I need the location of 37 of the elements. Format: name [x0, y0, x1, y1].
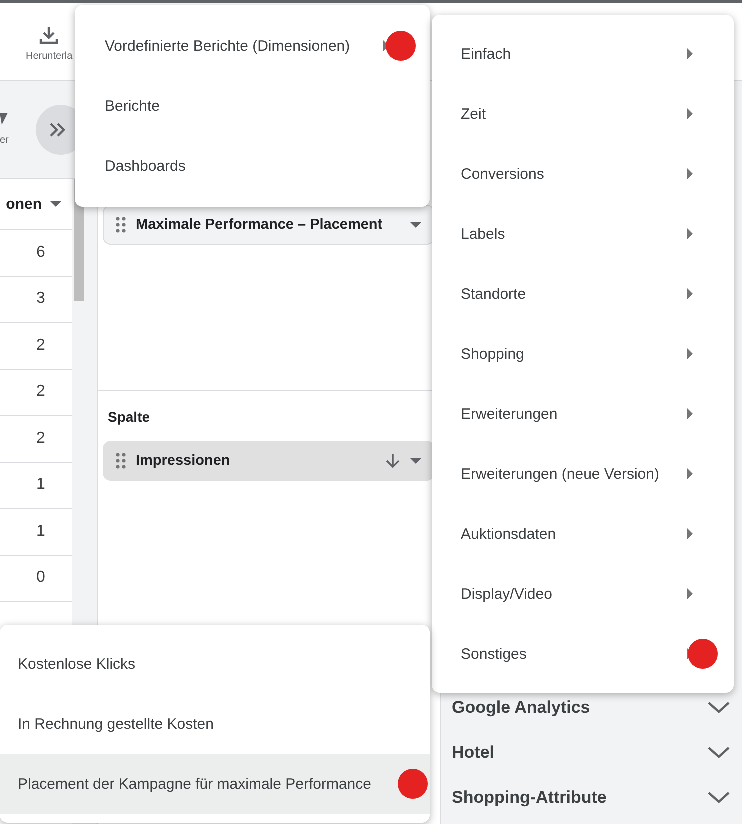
section-title: Spalte	[108, 409, 152, 425]
menu-item[interactable]: Berichte	[75, 76, 430, 136]
menu-item[interactable]: Auktionsdaten	[432, 504, 734, 564]
menu-item[interactable]: Shopping	[432, 324, 734, 384]
accordion-header[interactable]: Google Analytics	[452, 685, 730, 730]
menu-item[interactable]: Conversions	[432, 144, 734, 204]
chevron-icon	[708, 792, 730, 804]
menu-item[interactable]: In Rechnung gestellte Kosten	[0, 694, 430, 754]
menu-item[interactable]: Einfach	[432, 24, 734, 84]
sort-down-arrow-icon	[386, 453, 400, 469]
menu-item[interactable]: Erweiterungen (neue Version)	[432, 444, 734, 504]
menu-item[interactable]: Erweiterungen	[432, 384, 734, 444]
menu-item[interactable]: Vordefinierte Berichte (Dimensionen)	[75, 16, 430, 76]
menu-item[interactable]: Display/Video	[432, 564, 734, 624]
dropdown-caret-icon	[410, 458, 422, 464]
column-metric-chip[interactable]: Impressionen	[103, 441, 435, 481]
dropdown-caret-icon	[50, 201, 62, 207]
drag-handle-icon	[116, 217, 126, 233]
menu-item[interactable]: Zeit	[432, 84, 734, 144]
chevron-icon	[708, 702, 730, 714]
dropdown-caret-icon	[410, 222, 422, 228]
row-dimension-chip[interactable]: Maximale Performance – Placement	[103, 205, 435, 245]
menu-item[interactable]: Labels	[432, 204, 734, 264]
menu-item[interactable]: Kostenlose Klicks	[0, 634, 430, 694]
menu-item[interactable]: Dashboards	[75, 136, 430, 196]
drag-handle-icon	[116, 453, 126, 469]
filter-button[interactable]: er	[0, 113, 24, 146]
menu-item[interactable]: Standorte	[432, 264, 734, 324]
menu-item[interactable]: Sonstiges	[432, 624, 734, 684]
chevron-icon	[708, 746, 730, 758]
download-button[interactable]: Herunterla	[26, 25, 73, 62]
menu-item[interactable]: Placement der Kampagne für maximale Performance	[0, 754, 430, 814]
accordion-header[interactable]: Hotel	[452, 730, 730, 775]
download-label: Herunterla	[26, 51, 73, 62]
double-chevron-icon	[50, 122, 66, 136]
accordion-header[interactable]: Shopping-Attribute	[452, 775, 730, 820]
download-icon	[39, 25, 60, 45]
